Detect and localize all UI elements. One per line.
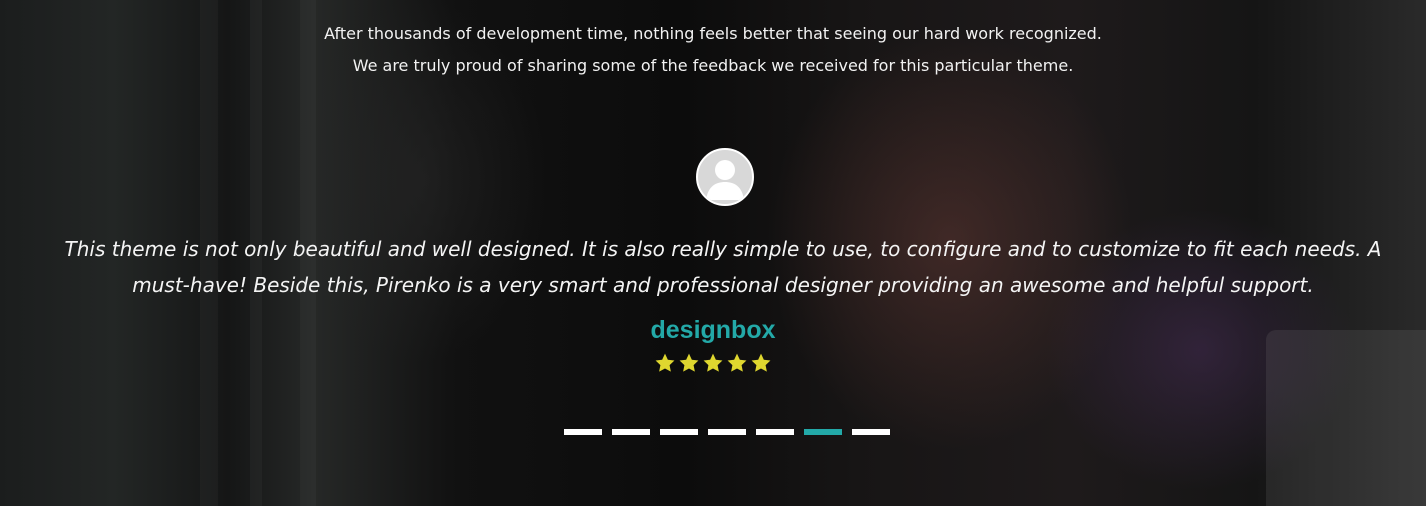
star-icon xyxy=(727,353,747,372)
star-icon xyxy=(751,353,771,372)
star-icon xyxy=(703,353,723,372)
testimonial-quote: This theme is not only beautiful and wel… xyxy=(64,237,1382,297)
testimonials-section: After thousands of development time, not… xyxy=(0,0,1426,506)
intro-line: After thousands of development time, not… xyxy=(324,24,1102,43)
carousel-dot-1[interactable] xyxy=(564,429,602,435)
star-icon xyxy=(679,353,699,372)
intro-text: After thousands of development time, not… xyxy=(0,18,1426,82)
carousel-pagination xyxy=(564,429,890,435)
star-rating xyxy=(0,352,1426,374)
carousel-dot-4[interactable] xyxy=(708,429,746,435)
user-avatar-icon xyxy=(696,148,754,206)
testimonial-author: designbox xyxy=(650,316,776,344)
carousel-dot-6[interactable] xyxy=(804,429,842,435)
carousel-dot-5[interactable] xyxy=(756,429,794,435)
carousel-dot-3[interactable] xyxy=(660,429,698,435)
carousel-dot-2[interactable] xyxy=(612,429,650,435)
carousel-dot-7[interactable] xyxy=(852,429,890,435)
star-icon xyxy=(655,353,675,372)
intro-line: We are truly proud of sharing some of th… xyxy=(352,56,1074,75)
